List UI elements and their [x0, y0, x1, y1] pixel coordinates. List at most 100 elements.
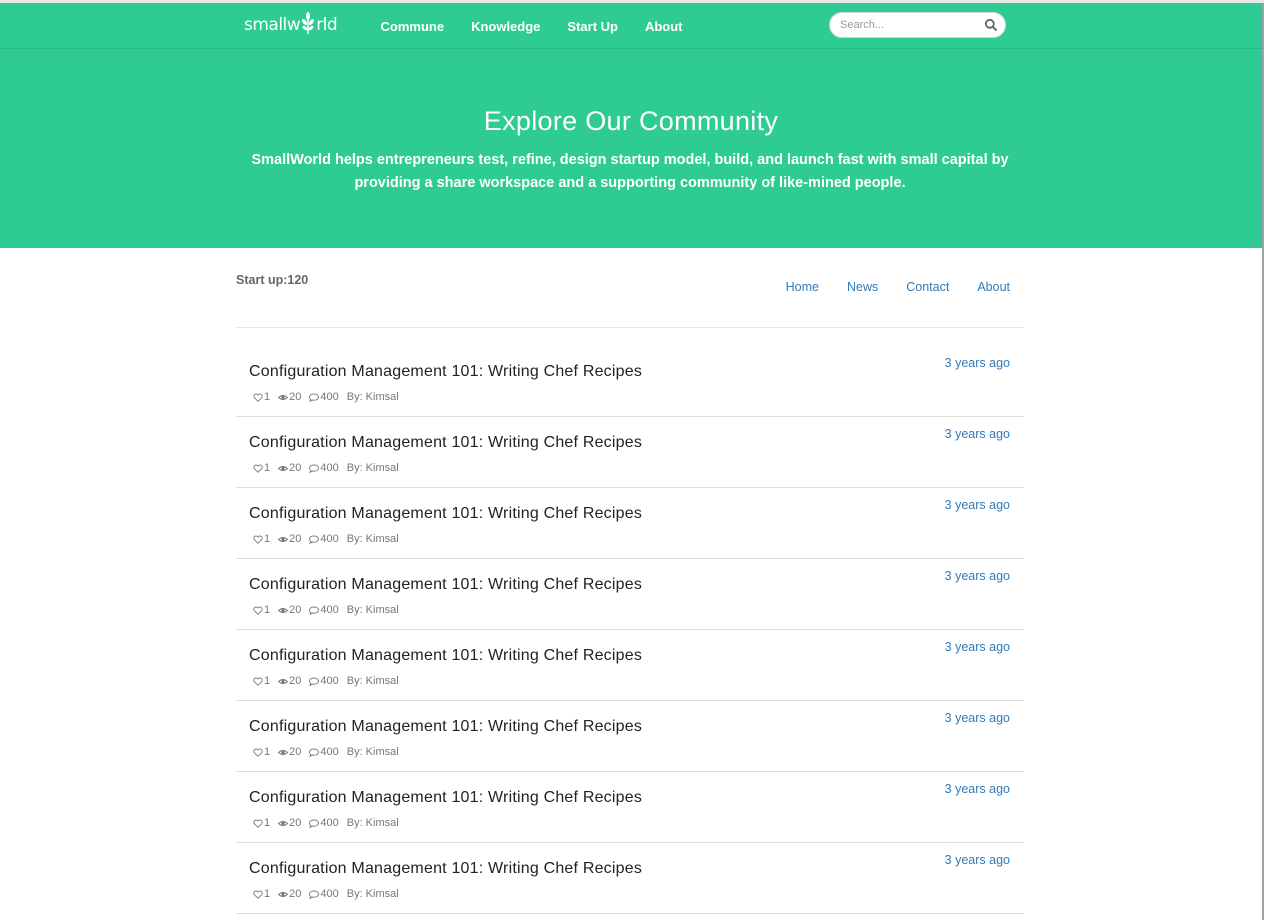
- view-count: 20: [278, 462, 301, 474]
- view-count: 20: [278, 746, 301, 758]
- eye-icon: [278, 465, 289, 471]
- list-item: Configuration Management 101: Writing Ch…: [236, 843, 1024, 914]
- post-title[interactable]: Configuration Management 101: Writing Ch…: [249, 505, 642, 523]
- like-count[interactable]: 1: [253, 746, 270, 758]
- site-logo[interactable]: smallw rld: [244, 11, 338, 39]
- startup-count: Start up:120: [236, 273, 309, 287]
- comment-icon: [309, 393, 320, 402]
- logo-text-start: smallw: [244, 15, 301, 35]
- post-time: 3 years ago: [944, 356, 1010, 370]
- post-time: 3 years ago: [944, 498, 1010, 512]
- like-count[interactable]: 1: [253, 462, 270, 474]
- like-count[interactable]: 1: [253, 391, 270, 403]
- heart-icon: [253, 890, 263, 899]
- post-author[interactable]: By: Kimsal: [347, 675, 399, 687]
- comment-count[interactable]: 400: [309, 817, 339, 829]
- section-divider: [236, 327, 1024, 328]
- heart-icon: [253, 819, 263, 828]
- post-meta: 1 20 400 By: Kimsal: [253, 817, 407, 829]
- list-item: Configuration Management 101: Writing Ch…: [236, 701, 1024, 772]
- list-item: Configuration Management 101: Writing Ch…: [236, 488, 1024, 559]
- eye-icon: [278, 394, 289, 400]
- comment-icon: [309, 535, 320, 544]
- nav-item-start-up[interactable]: Start Up: [554, 19, 632, 34]
- heart-icon: [253, 535, 263, 544]
- comment-count-value: 400: [320, 462, 339, 474]
- view-count: 20: [278, 533, 301, 545]
- comment-count[interactable]: 400: [309, 888, 339, 900]
- search-box: [829, 12, 1006, 38]
- post-list: Configuration Management 101: Writing Ch…: [236, 346, 1024, 914]
- subnav-news-link[interactable]: News: [847, 280, 878, 294]
- post-meta: 1 20 400 By: Kimsal: [253, 462, 407, 474]
- search-input[interactable]: [840, 17, 980, 33]
- like-count-value: 1: [264, 817, 271, 829]
- comment-icon: [309, 748, 320, 757]
- post-title[interactable]: Configuration Management 101: Writing Ch…: [249, 647, 642, 665]
- like-count[interactable]: 1: [253, 888, 270, 900]
- comment-count-value: 400: [320, 391, 339, 403]
- post-title[interactable]: Configuration Management 101: Writing Ch…: [249, 576, 642, 594]
- comment-count[interactable]: 400: [309, 462, 339, 474]
- post-meta: 1 20 400 By: Kimsal: [253, 533, 407, 545]
- post-author[interactable]: By: Kimsal: [347, 817, 399, 829]
- post-time: 3 years ago: [944, 782, 1010, 796]
- heart-icon: [253, 606, 263, 615]
- view-count-value: 20: [289, 604, 302, 616]
- subnav-home-link[interactable]: Home: [786, 280, 819, 294]
- post-author[interactable]: By: Kimsal: [347, 888, 399, 900]
- subnav-about-link[interactable]: About: [977, 280, 1010, 294]
- post-author[interactable]: By: Kimsal: [347, 533, 399, 545]
- like-count[interactable]: 1: [253, 675, 270, 687]
- post-time: 3 years ago: [944, 569, 1010, 583]
- post-title[interactable]: Configuration Management 101: Writing Ch…: [249, 789, 642, 807]
- nav-item-about[interactable]: About: [631, 19, 696, 34]
- post-title[interactable]: Configuration Management 101: Writing Ch…: [249, 363, 642, 381]
- comment-count[interactable]: 400: [309, 746, 339, 758]
- like-count[interactable]: 1: [253, 604, 270, 616]
- view-count: 20: [278, 817, 301, 829]
- comment-count-value: 400: [320, 533, 339, 545]
- like-count[interactable]: 1: [253, 817, 270, 829]
- post-author[interactable]: By: Kimsal: [347, 746, 399, 758]
- like-count-value: 1: [264, 462, 271, 474]
- post-meta: 1 20 400 By: Kimsal: [253, 888, 407, 900]
- nav-item-commune[interactable]: Commune: [367, 19, 458, 34]
- view-count-value: 20: [289, 675, 302, 687]
- nav-item-knowledge[interactable]: Knowledge: [458, 19, 554, 34]
- comment-count-value: 400: [320, 746, 339, 758]
- list-item: Configuration Management 101: Writing Ch…: [236, 417, 1024, 488]
- eye-icon: [278, 749, 289, 755]
- subnav-contact-link[interactable]: Contact: [906, 280, 949, 294]
- top-navbar: smallw rld Commune Knowledge Start Up Ab…: [0, 3, 1262, 49]
- main-nav: Commune Knowledge Start Up About: [367, 3, 696, 49]
- post-meta: 1 20 400 By: Kimsal: [253, 675, 407, 687]
- comment-count[interactable]: 400: [309, 391, 339, 403]
- comment-count[interactable]: 400: [309, 533, 339, 545]
- post-title[interactable]: Configuration Management 101: Writing Ch…: [249, 860, 642, 878]
- post-title[interactable]: Configuration Management 101: Writing Ch…: [249, 718, 642, 736]
- post-time: 3 years ago: [944, 711, 1010, 725]
- list-item: Configuration Management 101: Writing Ch…: [236, 559, 1024, 630]
- view-count-value: 20: [289, 391, 302, 403]
- view-count-value: 20: [289, 533, 302, 545]
- comment-count[interactable]: 400: [309, 604, 339, 616]
- list-item: Configuration Management 101: Writing Ch…: [236, 630, 1024, 701]
- like-count[interactable]: 1: [253, 533, 270, 545]
- list-item: Configuration Management 101: Writing Ch…: [236, 346, 1024, 417]
- hero-description: SmallWorld helps entrepreneurs test, ref…: [251, 152, 1009, 191]
- search-icon[interactable]: [984, 18, 998, 32]
- post-meta: 1 20 400 By: Kimsal: [253, 746, 407, 758]
- comment-count[interactable]: 400: [309, 675, 339, 687]
- post-author[interactable]: By: Kimsal: [347, 462, 399, 474]
- post-title[interactable]: Configuration Management 101: Writing Ch…: [249, 434, 642, 452]
- list-item: Configuration Management 101: Writing Ch…: [236, 772, 1024, 843]
- post-author[interactable]: By: Kimsal: [347, 391, 399, 403]
- post-time: 3 years ago: [944, 640, 1010, 654]
- eye-icon: [278, 607, 289, 613]
- post-author[interactable]: By: Kimsal: [347, 604, 399, 616]
- comment-count-value: 400: [320, 604, 339, 616]
- post-time: 3 years ago: [944, 853, 1010, 867]
- post-time: 3 years ago: [944, 427, 1010, 441]
- like-count-value: 1: [264, 675, 271, 687]
